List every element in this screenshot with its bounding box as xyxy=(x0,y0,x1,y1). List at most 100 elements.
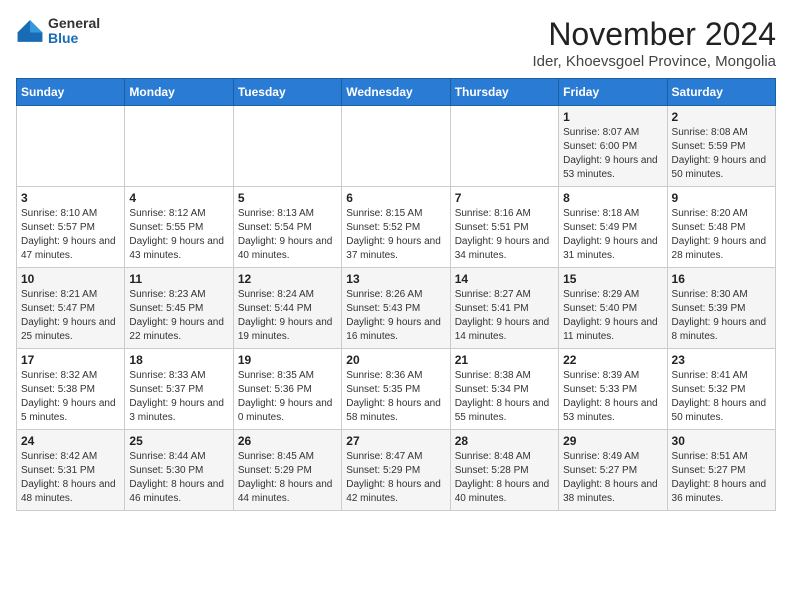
day-number: 15 xyxy=(563,272,662,286)
header-tuesday: Tuesday xyxy=(233,79,341,106)
day-detail: Sunrise: 8:39 AM Sunset: 5:33 PM Dayligh… xyxy=(563,370,658,423)
calendar-week-1: 1Sunrise: 8:07 AM Sunset: 6:00 PM Daylig… xyxy=(17,106,776,187)
day-detail: Sunrise: 8:15 AM Sunset: 5:52 PM Dayligh… xyxy=(346,208,441,261)
day-detail: Sunrise: 8:16 AM Sunset: 5:51 PM Dayligh… xyxy=(455,208,550,261)
calendar-cell: 29Sunrise: 8:49 AM Sunset: 5:27 PM Dayli… xyxy=(559,430,667,511)
calendar-cell: 5 Sunrise: 8:13 AM Sunset: 5:54 PM Daylig… xyxy=(233,187,341,268)
calendar-cell: 15 Sunrise: 8:29 AM Sunset: 5:40 PM Dayli… xyxy=(559,268,667,349)
logo-icon xyxy=(16,17,44,45)
day-number: 22 xyxy=(563,353,662,367)
day-detail: Sunrise: 8:08 AM Sunset: 5:59 PM Dayligh… xyxy=(672,127,767,180)
header-thursday: Thursday xyxy=(450,79,558,106)
calendar-week-5: 24 Sunrise: 8:42 AM Sunset: 5:31 PM Dayli… xyxy=(17,430,776,511)
header-saturday: Saturday xyxy=(667,79,775,106)
calendar-cell: 18 Sunrise: 8:33 AM Sunset: 5:37 PM Dayli… xyxy=(125,349,233,430)
calendar-cell: 9Sunrise: 8:20 AM Sunset: 5:48 PM Daylig… xyxy=(667,187,775,268)
day-detail: Sunrise: 8:45 AM Sunset: 5:29 PM Dayligh… xyxy=(238,451,333,504)
day-number: 25 xyxy=(129,434,228,448)
calendar-cell: 23Sunrise: 8:41 AM Sunset: 5:32 PM Dayli… xyxy=(667,349,775,430)
day-number: 26 xyxy=(238,434,337,448)
day-number: 29 xyxy=(563,434,662,448)
day-detail: Sunrise: 8:33 AM Sunset: 5:37 PM Dayligh… xyxy=(129,370,224,423)
calendar-cell: 24 Sunrise: 8:42 AM Sunset: 5:31 PM Dayli… xyxy=(17,430,125,511)
calendar-cell: 7 Sunrise: 8:16 AM Sunset: 5:51 PM Daylig… xyxy=(450,187,558,268)
calendar-cell: 11 Sunrise: 8:23 AM Sunset: 5:45 PM Dayli… xyxy=(125,268,233,349)
calendar-cell: 30Sunrise: 8:51 AM Sunset: 5:27 PM Dayli… xyxy=(667,430,775,511)
calendar-table: SundayMondayTuesdayWednesdayThursdayFrid… xyxy=(16,78,776,511)
day-detail: Sunrise: 8:38 AM Sunset: 5:34 PM Dayligh… xyxy=(455,370,550,423)
calendar-header-row: SundayMondayTuesdayWednesdayThursdayFrid… xyxy=(17,79,776,106)
calendar-cell: 13 Sunrise: 8:26 AM Sunset: 5:43 PM Dayli… xyxy=(342,268,450,349)
day-number: 7 xyxy=(455,191,554,205)
calendar-cell: 3 Sunrise: 8:10 AM Sunset: 5:57 PM Daylig… xyxy=(17,187,125,268)
day-number: 11 xyxy=(129,272,228,286)
calendar-week-4: 17Sunrise: 8:32 AM Sunset: 5:38 PM Dayli… xyxy=(17,349,776,430)
calendar-cell: 1Sunrise: 8:07 AM Sunset: 6:00 PM Daylig… xyxy=(559,106,667,187)
calendar-cell: 12 Sunrise: 8:24 AM Sunset: 5:44 PM Dayli… xyxy=(233,268,341,349)
calendar-cell: 6 Sunrise: 8:15 AM Sunset: 5:52 PM Daylig… xyxy=(342,187,450,268)
calendar-cell: 19Sunrise: 8:35 AM Sunset: 5:36 PM Dayli… xyxy=(233,349,341,430)
day-detail: Sunrise: 8:30 AM Sunset: 5:39 PM Dayligh… xyxy=(672,289,767,342)
header-monday: Monday xyxy=(125,79,233,106)
calendar-cell: 27 Sunrise: 8:47 AM Sunset: 5:29 PM Dayli… xyxy=(342,430,450,511)
day-number: 2 xyxy=(672,110,771,124)
calendar-cell: 22 Sunrise: 8:39 AM Sunset: 5:33 PM Dayli… xyxy=(559,349,667,430)
page-header: General Blue November 2024 Ider, Khoevsg… xyxy=(16,16,776,70)
day-number: 12 xyxy=(238,272,337,286)
logo-general: General xyxy=(48,16,100,31)
calendar-cell xyxy=(342,106,450,187)
calendar-cell: 25 Sunrise: 8:44 AM Sunset: 5:30 PM Dayli… xyxy=(125,430,233,511)
calendar-cell xyxy=(233,106,341,187)
day-number: 16 xyxy=(672,272,771,286)
calendar-cell xyxy=(450,106,558,187)
day-detail: Sunrise: 8:36 AM Sunset: 5:35 PM Dayligh… xyxy=(346,370,441,423)
day-detail: Sunrise: 8:48 AM Sunset: 5:28 PM Dayligh… xyxy=(455,451,550,504)
calendar-cell: 14Sunrise: 8:27 AM Sunset: 5:41 PM Dayli… xyxy=(450,268,558,349)
calendar-cell: 2 Sunrise: 8:08 AM Sunset: 5:59 PM Daylig… xyxy=(667,106,775,187)
day-number: 3 xyxy=(21,191,120,205)
day-detail: Sunrise: 8:41 AM Sunset: 5:32 PM Dayligh… xyxy=(672,370,767,423)
day-number: 13 xyxy=(346,272,445,286)
day-number: 10 xyxy=(21,272,120,286)
page-title: November 2024 xyxy=(533,16,776,53)
logo-text: General Blue xyxy=(48,16,100,47)
logo-blue: Blue xyxy=(48,31,100,46)
day-detail: Sunrise: 8:10 AM Sunset: 5:57 PM Dayligh… xyxy=(21,208,116,261)
calendar-cell: 20Sunrise: 8:36 AM Sunset: 5:35 PM Dayli… xyxy=(342,349,450,430)
calendar-cell: 4Sunrise: 8:12 AM Sunset: 5:55 PM Daylig… xyxy=(125,187,233,268)
day-detail: Sunrise: 8:13 AM Sunset: 5:54 PM Dayligh… xyxy=(238,208,333,261)
calendar-cell xyxy=(17,106,125,187)
day-detail: Sunrise: 8:26 AM Sunset: 5:43 PM Dayligh… xyxy=(346,289,441,342)
day-number: 28 xyxy=(455,434,554,448)
day-detail: Sunrise: 8:32 AM Sunset: 5:38 PM Dayligh… xyxy=(21,370,116,423)
day-detail: Sunrise: 8:42 AM Sunset: 5:31 PM Dayligh… xyxy=(21,451,116,504)
calendar-cell: 21 Sunrise: 8:38 AM Sunset: 5:34 PM Dayli… xyxy=(450,349,558,430)
day-number: 21 xyxy=(455,353,554,367)
day-number: 1 xyxy=(563,110,662,124)
calendar-week-3: 10Sunrise: 8:21 AM Sunset: 5:47 PM Dayli… xyxy=(17,268,776,349)
day-detail: Sunrise: 8:44 AM Sunset: 5:30 PM Dayligh… xyxy=(129,451,224,504)
day-detail: Sunrise: 8:24 AM Sunset: 5:44 PM Dayligh… xyxy=(238,289,333,342)
header-friday: Friday xyxy=(559,79,667,106)
day-number: 30 xyxy=(672,434,771,448)
calendar-cell: 10Sunrise: 8:21 AM Sunset: 5:47 PM Dayli… xyxy=(17,268,125,349)
day-number: 24 xyxy=(21,434,120,448)
calendar-week-2: 3 Sunrise: 8:10 AM Sunset: 5:57 PM Daylig… xyxy=(17,187,776,268)
day-number: 6 xyxy=(346,191,445,205)
calendar-cell xyxy=(125,106,233,187)
day-detail: Sunrise: 8:47 AM Sunset: 5:29 PM Dayligh… xyxy=(346,451,441,504)
calendar-cell: 26 Sunrise: 8:45 AM Sunset: 5:29 PM Dayli… xyxy=(233,430,341,511)
day-detail: Sunrise: 8:29 AM Sunset: 5:40 PM Dayligh… xyxy=(563,289,658,342)
day-number: 8 xyxy=(563,191,662,205)
page-subtitle: Ider, Khoevsgoel Province, Mongolia xyxy=(533,53,776,70)
day-detail: Sunrise: 8:12 AM Sunset: 5:55 PM Dayligh… xyxy=(129,208,224,261)
logo: General Blue xyxy=(16,16,100,47)
day-number: 27 xyxy=(346,434,445,448)
calendar-cell: 17Sunrise: 8:32 AM Sunset: 5:38 PM Dayli… xyxy=(17,349,125,430)
day-number: 18 xyxy=(129,353,228,367)
day-detail: Sunrise: 8:18 AM Sunset: 5:49 PM Dayligh… xyxy=(563,208,658,261)
header-wednesday: Wednesday xyxy=(342,79,450,106)
day-detail: Sunrise: 8:23 AM Sunset: 5:45 PM Dayligh… xyxy=(129,289,224,342)
calendar-cell: 28 Sunrise: 8:48 AM Sunset: 5:28 PM Dayli… xyxy=(450,430,558,511)
day-number: 5 xyxy=(238,191,337,205)
